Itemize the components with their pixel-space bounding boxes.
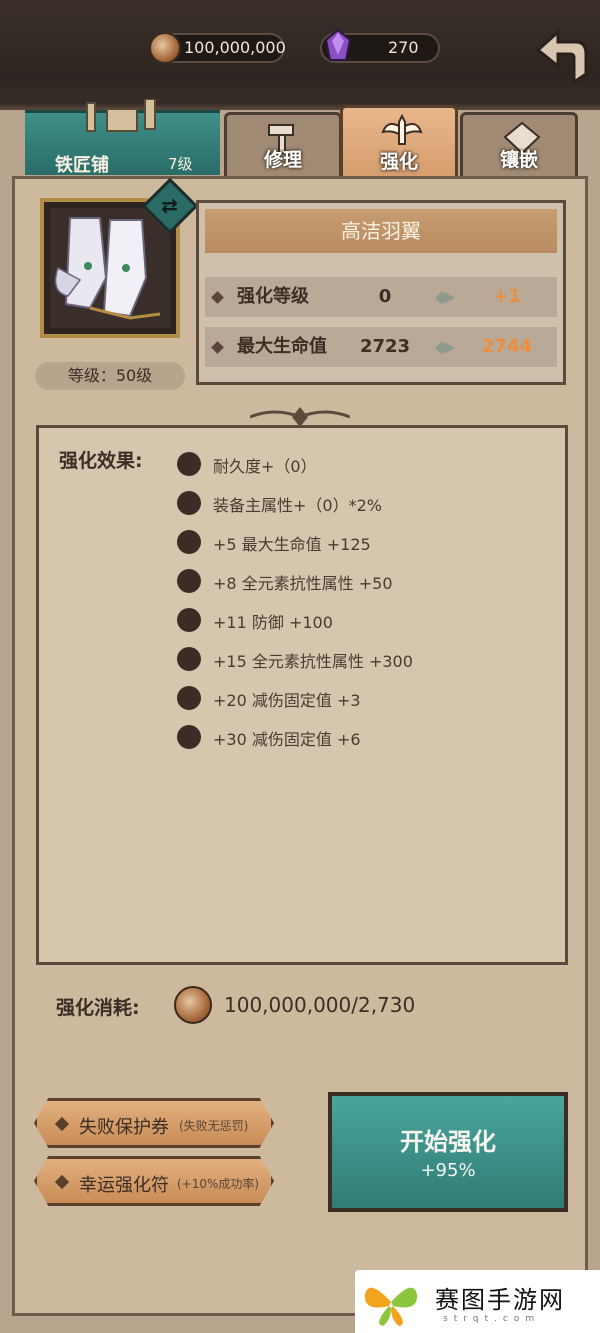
gold-amount: 100,000,000 [184, 38, 286, 57]
shop-name: 铁匠铺 [55, 155, 109, 176]
cost-value: 100,000,000/2,730 [224, 993, 416, 1017]
gold-currency: 100,000,000 [149, 32, 286, 64]
locked-dot-icon [177, 725, 201, 749]
locked-dot-icon [177, 491, 201, 515]
tab-repair[interactable]: 修理 [224, 112, 342, 178]
stat-row-max-hp: 最大生命值 2723 ◆▶ 2744 [205, 327, 557, 367]
locked-dot-icon [177, 452, 201, 476]
equipment-level: 等级：50级 [35, 362, 185, 390]
tab-inlay[interactable]: 镶嵌 [460, 112, 578, 178]
watermark-text: 赛图手游网 [435, 1286, 565, 1314]
tab-inlay-label: 镶嵌 [499, 149, 538, 171]
anvil-icon [86, 99, 156, 132]
bullet-diamond-icon [54, 1174, 70, 1190]
top-bar: 100,000,000 270 [0, 0, 600, 110]
butterfly-logo-icon [364, 1287, 418, 1326]
tab-enhance[interactable]: 强化 [340, 105, 458, 180]
stat-current: 0 [378, 286, 392, 307]
stat-current: 2723 [359, 336, 411, 357]
locked-dot-icon [177, 608, 201, 632]
coin-icon [174, 986, 212, 1024]
locked-dot-icon [177, 647, 201, 671]
luck-charm-sub: (+10%成功率) [177, 1177, 260, 1191]
effects-title: 强化效果: [59, 450, 143, 472]
shop-level: 7级 [168, 155, 193, 173]
bullet-diamond-icon [211, 341, 224, 354]
shop-tab: 铁匠铺 7级 [25, 99, 220, 176]
bullet-diamond-icon [211, 291, 224, 304]
stat-label: 强化等级 [237, 286, 309, 307]
protection-ticket-sub: (失败无惩罚) [179, 1119, 249, 1133]
stat-next: +1 [493, 286, 521, 307]
tab-repair-label: 修理 [263, 149, 302, 171]
protection-ticket-button[interactable]: 失败保护券 (失败无惩罚) [34, 1098, 274, 1148]
stat-row-enhance-level: 强化等级 0 ◆▶ +1 [205, 277, 557, 317]
double-arrow-icon: ◆▶ [435, 337, 456, 356]
purple-gem-icon [324, 29, 352, 61]
luck-charm-button[interactable]: 幸运强化符 (+10%成功率) [34, 1156, 274, 1206]
start-enhance-label: 开始强化 [400, 1128, 496, 1156]
stat-label: 最大生命值 [237, 336, 327, 357]
gem-amount: 270 [388, 38, 419, 57]
locked-dot-icon [177, 686, 201, 710]
bullet-diamond-icon [54, 1116, 70, 1132]
watermark: 赛图手游网 strqt.com [355, 1270, 600, 1333]
start-enhance-button[interactable]: 开始强化 +95% [328, 1092, 568, 1212]
locked-dot-icon [177, 530, 201, 554]
protection-ticket-label: 失败保护券 [79, 1117, 169, 1138]
success-rate: +95% [420, 1160, 476, 1181]
gem-currency: 270 [320, 29, 440, 63]
double-arrow-icon: ◆▶ [435, 287, 456, 306]
tab-enhance-label: 强化 [379, 151, 418, 173]
cost-label: 强化消耗: [56, 997, 140, 1019]
back-arrow-icon[interactable] [530, 28, 590, 86]
locked-dot-icon [177, 569, 201, 593]
coin-icon [149, 32, 181, 64]
watermark-sub: strqt.com [443, 1314, 541, 1324]
enhance-effects-panel: 强化效果: 耐久度+（0） 装备主属性+（0）*2% +5 最大生命值 +125… [36, 425, 568, 965]
stat-next: 2744 [481, 336, 533, 357]
winged-boots-icon [50, 208, 170, 328]
swap-icon: ⇄ [161, 193, 178, 218]
luck-charm-label: 幸运强化符 [79, 1175, 169, 1196]
winged-sword-icon [381, 114, 423, 145]
item-name: 高洁羽翼 [205, 209, 557, 253]
item-info-card: 高洁羽翼 强化等级 0 ◆▶ +1 最大生命值 2723 ◆▶ 2744 [196, 200, 566, 385]
